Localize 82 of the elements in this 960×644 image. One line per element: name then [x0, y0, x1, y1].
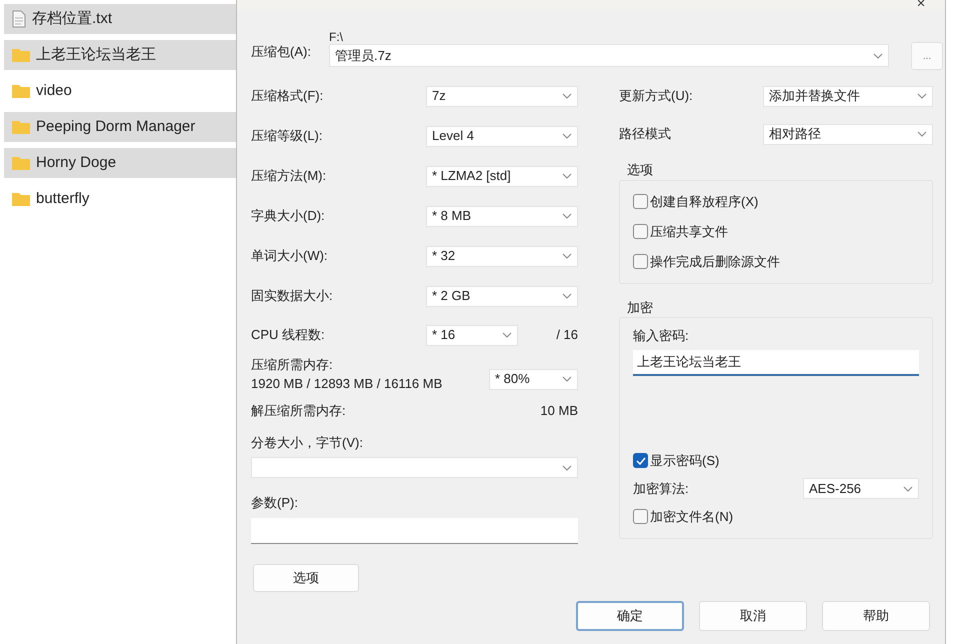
chevron-down-icon [917, 131, 927, 137]
field-label: 参数(P): [251, 494, 298, 512]
file-name: video [36, 80, 72, 101]
field-label: 压缩格式(F): [251, 87, 324, 106]
field-label: CPU 线程数: [251, 326, 326, 344]
checkbox[interactable] [633, 453, 648, 468]
dropdown[interactable]: * 32 [426, 246, 578, 266]
dropdown[interactable]: 相对路径 [763, 124, 933, 144]
dialog-button[interactable]: 帮助 [822, 601, 930, 631]
checkbox-label: 显示密码(S) [650, 452, 720, 470]
folder-icon [12, 48, 30, 62]
dialog-button[interactable]: 确定 [576, 601, 684, 631]
checkbox-label: 创建自释放程序(X) [650, 192, 758, 211]
group-title: 选项 [627, 161, 654, 179]
checkbox[interactable] [633, 254, 648, 269]
chevron-down-icon [562, 93, 572, 99]
chevron-down-icon [562, 213, 572, 219]
field-label: 加密算法: [633, 480, 689, 498]
file-list-item[interactable]: Peeping Dorm Manager [4, 112, 236, 142]
file-list-item[interactable]: Horny Doge [4, 148, 236, 178]
file-name: Peeping Dorm Manager [36, 116, 196, 137]
parameters-field[interactable] [251, 518, 578, 544]
file-list-item[interactable]: 存档位置.txt [4, 4, 236, 34]
checkmark-icon [636, 456, 646, 464]
field-label: 路径模式 [619, 125, 671, 144]
field-label: 输入密码: [633, 327, 690, 345]
dropdown[interactable]: * 80% [489, 368, 578, 390]
field-label: 压缩所需内存: [251, 356, 334, 374]
field-label: 更新方式(U): [619, 87, 693, 106]
dropdown[interactable]: 管理员.7z [329, 44, 889, 67]
password-field[interactable]: 上老王论坛当老王 [633, 350, 919, 376]
chevron-down-icon [562, 293, 572, 299]
folder-icon [12, 156, 30, 170]
chevron-down-icon [502, 332, 512, 338]
checkbox[interactable] [633, 224, 648, 239]
archive-path: F:\ [329, 29, 344, 44]
group-title: 加密 [627, 298, 654, 316]
dropdown[interactable]: * LZMA2 [std] [426, 166, 578, 186]
field-label: 压缩方法(M): [251, 167, 326, 186]
folder-icon [12, 120, 30, 134]
field-label: 字典大小(D): [251, 207, 325, 226]
checkbox-label: 压缩共享文件 [650, 222, 728, 241]
dropdown[interactable]: 添加并替换文件 [763, 86, 933, 106]
file-name: 上老王论坛当老王 [36, 44, 156, 65]
field-label: 解压缩所需内存: [251, 402, 346, 420]
dropdown[interactable]: * 16 [426, 324, 518, 346]
chevron-down-icon [873, 52, 883, 58]
field-label: 固实数据大小: [251, 287, 333, 306]
folder-icon [12, 84, 30, 98]
memory-usage: 1920 MB / 12893 MB / 16116 MB [251, 375, 442, 393]
dropdown[interactable]: 7z [426, 86, 578, 106]
checkbox-label: 操作完成后删除源文件 [650, 252, 780, 271]
folder-icon [12, 192, 30, 206]
checkbox[interactable] [633, 194, 648, 209]
file-name: Horny Doge [36, 152, 116, 173]
field-label: 压缩等级(L): [251, 127, 322, 146]
chevron-down-icon [562, 464, 572, 470]
dropdown[interactable]: AES-256 [803, 478, 919, 499]
chevron-down-icon [562, 253, 572, 259]
dropdown[interactable]: Level 4 [426, 126, 578, 146]
file-name: 存档位置.txt [32, 8, 112, 29]
chevron-down-icon [562, 376, 572, 382]
thread-total: / 16 [556, 326, 578, 344]
chevron-down-icon [903, 486, 913, 492]
dropdown[interactable]: * 2 GB [426, 286, 578, 306]
field-label: 压缩包(A): [251, 43, 312, 61]
text-file-icon [12, 10, 26, 28]
file-name: butterfly [36, 188, 90, 209]
close-icon[interactable] [918, 0, 927, 6]
dialog-button[interactable]: 取消 [699, 601, 807, 631]
checkbox-label: 加密文件名(N) [650, 508, 734, 526]
chevron-down-icon [562, 173, 572, 179]
decompress-memory-value: 10 MB [540, 402, 578, 420]
field-label: 分卷大小，字节(V): [251, 434, 363, 452]
chevron-down-icon [917, 93, 927, 99]
dropdown[interactable]: * 8 MB [426, 206, 578, 226]
field-label: 单词大小(W): [251, 247, 328, 266]
browse-button[interactable]: ... [911, 42, 943, 70]
options-button[interactable]: 选项 [253, 564, 359, 592]
chevron-down-icon [562, 133, 572, 139]
file-list-item[interactable]: 上老王论坛当老王 [4, 40, 236, 70]
checkbox[interactable] [633, 509, 648, 524]
